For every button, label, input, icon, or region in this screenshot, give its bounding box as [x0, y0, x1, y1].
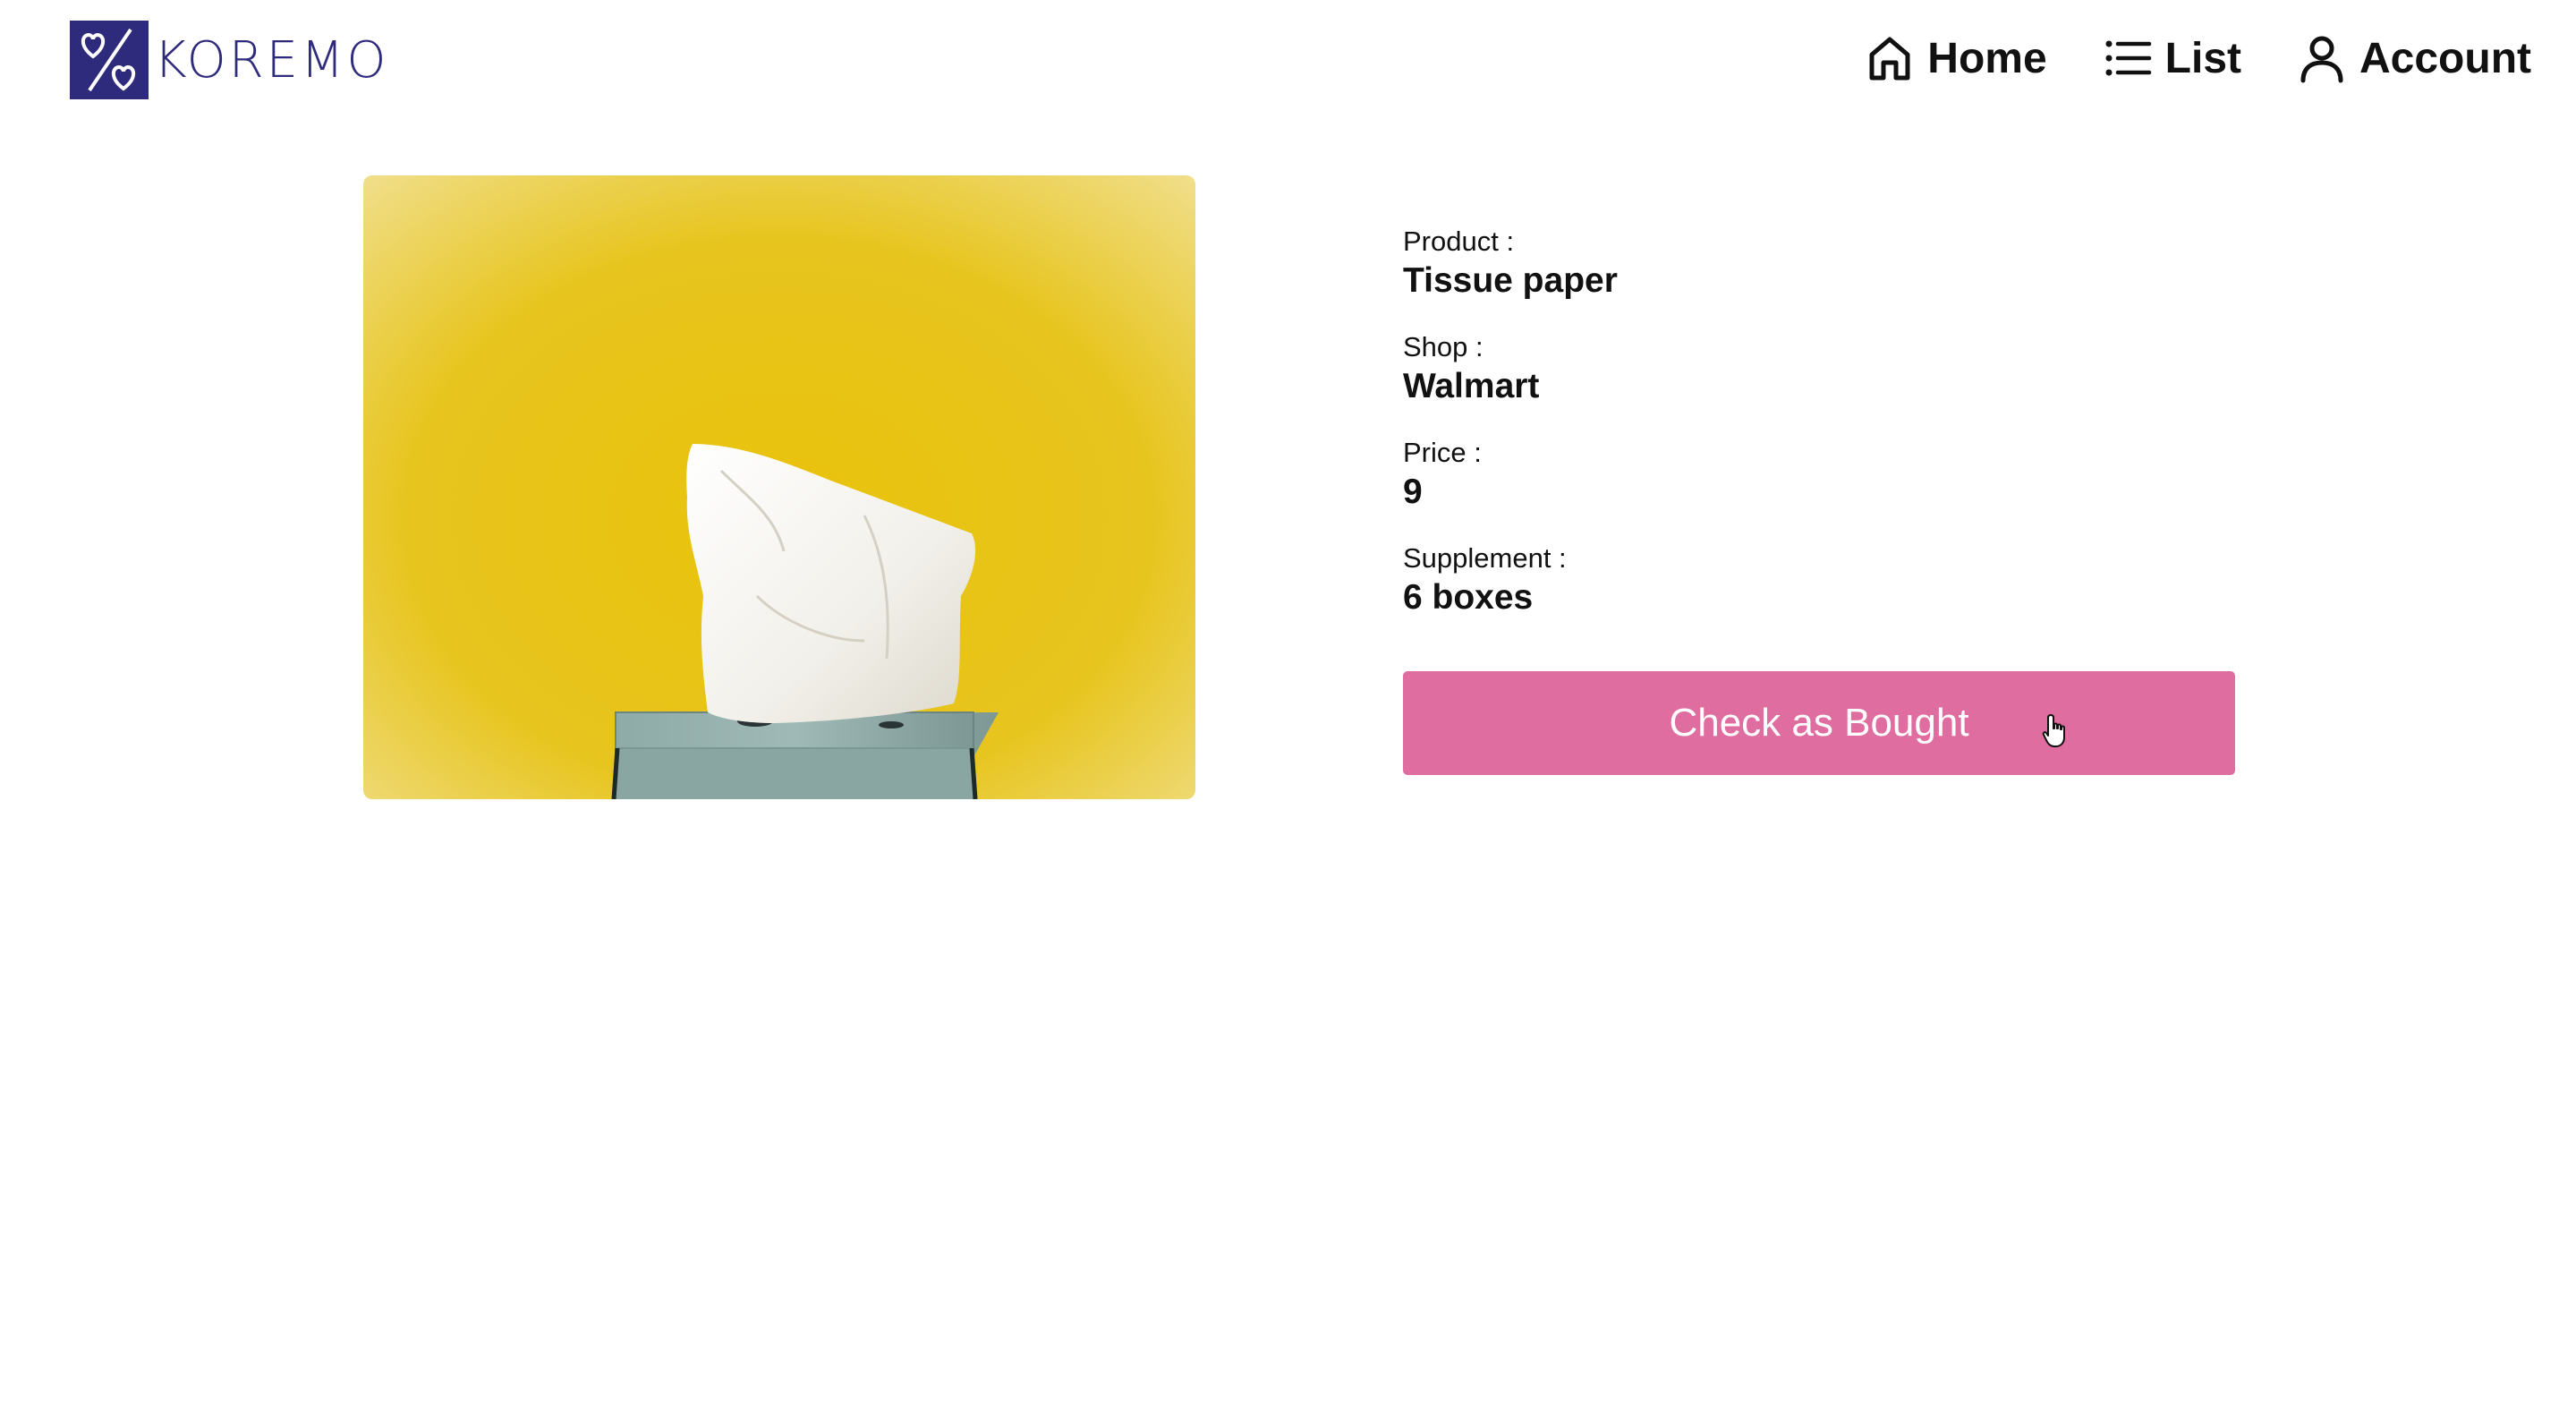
brand-logo[interactable]: KOREMO — [70, 20, 388, 100]
nav-account-label: Account — [2359, 34, 2531, 82]
nav-account[interactable]: Account — [2297, 33, 2531, 83]
nav-list[interactable]: List — [2103, 33, 2241, 83]
home-icon — [1869, 37, 1910, 81]
shop-label: Shop : — [1403, 331, 1484, 362]
product-label: Product : — [1403, 226, 1515, 257]
product-image — [363, 175, 1195, 799]
product-details: Product : Tissue paper Shop : Walmart Pr… — [1403, 224, 2244, 646]
product-detail-page: KOREMO Home List Account Product: Tissu… — [0, 0, 2576, 1414]
product-field: Product : Tissue paper — [1403, 224, 2244, 302]
tissue-box-photo — [363, 175, 1195, 799]
supplement-label: Supplement : — [1403, 542, 1567, 574]
shop-value: Walmart — [1403, 367, 1540, 405]
price-value: 9 — [1403, 473, 1423, 511]
supplement-field: Supplement : 6 boxes — [1403, 541, 2244, 619]
price-field: Price : 9 — [1403, 435, 2244, 514]
nav-home[interactable]: Home — [1865, 33, 2047, 83]
logo-text: KOREMO — [154, 30, 389, 89]
shop-field: Shop : Walmart — [1403, 329, 2244, 408]
user-icon — [2300, 36, 2343, 83]
top-navigation: Home List Account — [1809, 27, 2531, 89]
percent-hearts-logo-icon — [70, 21, 149, 99]
price-label: Price : — [1403, 437, 1482, 468]
hand-cursor-icon — [2042, 714, 2065, 747]
product-value: Tissue paper — [1403, 261, 1618, 300]
supplement-value: 6 boxes — [1403, 578, 1534, 617]
nav-home-label: Home — [1927, 34, 2047, 82]
check-as-bought-button[interactable]: Check as Bought — [1403, 671, 2235, 775]
list-icon — [2105, 40, 2151, 76]
nav-list-label: List — [2164, 34, 2241, 82]
